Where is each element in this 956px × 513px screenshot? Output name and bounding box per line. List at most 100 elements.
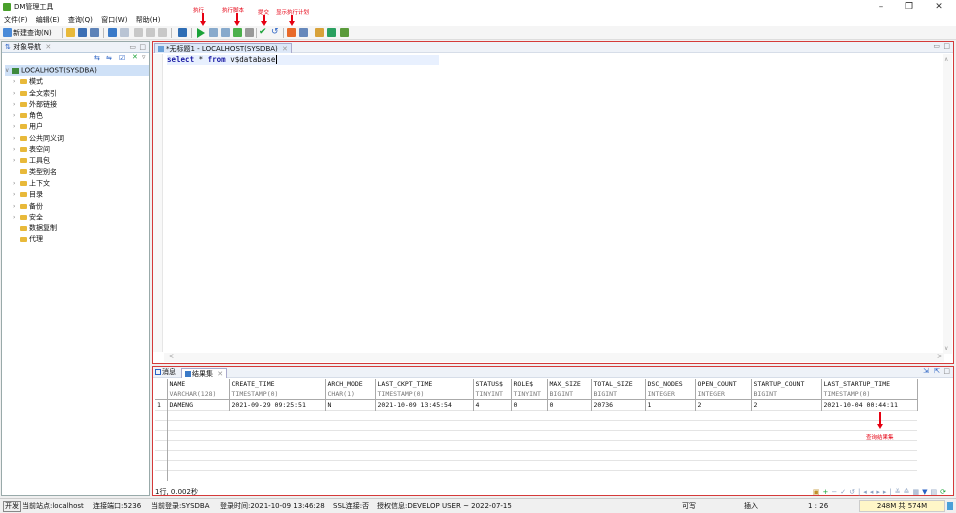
menu-window[interactable]: 窗口(W) [101, 16, 127, 24]
detach-icon[interactable]: ⇱ [934, 367, 940, 375]
chevron-right-icon[interactable]: › [13, 155, 19, 166]
table-cell[interactable]: 2021-10-04 00:44:11 [821, 399, 918, 411]
vertical-scrollbar[interactable]: ∧ ∨ [943, 54, 952, 354]
sql-line[interactable]: select * from v$database [167, 55, 439, 65]
chevron-right-icon[interactable]: › [13, 110, 19, 121]
columns-icon[interactable]: ▦ [912, 488, 922, 496]
table-cell[interactable]: 2 [751, 399, 822, 411]
disconnect-icon[interactable]: ⇋ [106, 54, 112, 62]
column-header[interactable]: MAX_SIZE [547, 379, 592, 389]
debug-icon[interactable] [315, 28, 324, 37]
table-cell[interactable]: 1 [645, 399, 696, 411]
add-row-icon[interactable]: + [822, 488, 831, 496]
copy-icon[interactable] [146, 28, 155, 37]
column-header[interactable]: ARCH_MODE [325, 379, 376, 389]
chevron-right-icon[interactable]: › [13, 121, 19, 132]
execute-line-icon[interactable] [209, 28, 218, 37]
filter-icon[interactable]: ▼ [922, 488, 930, 496]
menu-query[interactable]: 查询(Q) [68, 16, 93, 24]
editor-tab[interactable]: *无标题1 - LOCALHOST(SYSDBA) ✕ [154, 43, 292, 53]
scroll-right-icon[interactable]: > [937, 353, 942, 360]
new-query-button[interactable]: 新建查询(N) [13, 28, 52, 38]
table-cell[interactable]: 0 [511, 399, 548, 411]
tree-item[interactable]: › 表空间 [5, 144, 149, 155]
grid-view-icon[interactable]: ▤ [931, 488, 941, 496]
navigator-tab[interactable]: 对象导航 [13, 43, 41, 51]
maximize-panel-icon[interactable]: □ [943, 367, 950, 375]
scroll-left-icon[interactable]: < [169, 353, 174, 360]
tree-item[interactable]: › 安全 [5, 212, 149, 223]
table-cell[interactable]: 2 [695, 399, 752, 411]
column-header[interactable]: STATUS$ [473, 379, 512, 389]
resultset-tab[interactable]: 结果集 ✕ [181, 368, 228, 378]
maximize-panel-icon[interactable]: □ [139, 42, 146, 53]
gc-icon[interactable] [947, 502, 953, 510]
undo-icon[interactable]: ↺ [849, 488, 858, 496]
horizontal-scrollbar[interactable]: < > [164, 353, 944, 362]
paste-icon[interactable] [158, 28, 167, 37]
column-header[interactable]: LAST_CKPT_TIME [375, 379, 474, 389]
refresh-icon[interactable]: ⟳ [940, 488, 949, 496]
sort-asc-icon[interactable]: ≚ [895, 488, 904, 496]
menu-edit[interactable]: 编辑(E) [36, 16, 60, 24]
column-header[interactable]: ROLE$ [511, 379, 548, 389]
chevron-right-icon[interactable]: › [13, 133, 19, 144]
scroll-up-icon[interactable]: ∧ [944, 56, 948, 63]
tree-item[interactable]: › 备份 [5, 201, 149, 212]
minimize-icon[interactable]: – [868, 0, 894, 14]
chevron-right-icon[interactable]: › [13, 178, 19, 189]
tree-item[interactable]: 代理 [5, 234, 149, 245]
tree-item[interactable]: › 用户 [5, 121, 149, 132]
refresh-icon[interactable]: ✕ [132, 53, 138, 61]
table-cell[interactable]: 20736 [591, 399, 646, 411]
chevron-right-icon[interactable]: › [13, 189, 19, 200]
tree-item[interactable]: 数据复制 [5, 223, 149, 234]
restore-icon[interactable]: ❐ [896, 0, 922, 14]
tree-item[interactable]: › 目录 [5, 189, 149, 200]
column-header[interactable]: TOTAL_SIZE [591, 379, 646, 389]
undo-icon[interactable] [108, 28, 117, 37]
tree-item[interactable]: › 全文索引 [5, 88, 149, 99]
export-icon[interactable]: ⇲ [923, 367, 929, 375]
column-header[interactable]: LAST_STARTUP_TIME [821, 379, 918, 389]
chevron-down-icon[interactable]: ∨ [5, 65, 11, 76]
cut-icon[interactable] [134, 28, 143, 37]
delete-row-icon[interactable]: − [831, 488, 840, 496]
tree-item[interactable]: › 模式 [5, 76, 149, 87]
minimize-panel-icon[interactable]: ▭ [933, 42, 940, 50]
column-header[interactable]: CREATE_TIME [229, 379, 326, 389]
table-cell[interactable]: 0 [547, 399, 592, 411]
view-menu-icon[interactable]: ▿ [142, 53, 146, 61]
chevron-right-icon[interactable]: › [13, 201, 19, 212]
table-cell[interactable]: 2021-09-29 09:25:51 [229, 399, 326, 411]
chevron-right-icon[interactable]: › [13, 88, 19, 99]
column-header[interactable]: DSC_NODES [645, 379, 696, 389]
chevron-right-icon[interactable]: › [13, 212, 19, 223]
tree-item[interactable]: › 公共同义词 [5, 133, 149, 144]
step-icon[interactable] [327, 28, 336, 37]
show-plan-icon[interactable] [287, 28, 296, 37]
edit-icon[interactable]: ☑ [119, 54, 125, 62]
close-icon[interactable]: ✕ [926, 0, 952, 14]
chevron-right-icon[interactable]: › [13, 144, 19, 155]
tree-item[interactable]: › 角色 [5, 110, 149, 121]
column-header[interactable]: STARTUP_COUNT [751, 379, 822, 389]
stop-icon[interactable] [245, 28, 254, 37]
execute-selection-icon[interactable] [221, 28, 230, 37]
execute-script-icon[interactable] [233, 28, 242, 37]
table-cell[interactable]: 4 [473, 399, 512, 411]
tools-icon[interactable] [340, 28, 349, 37]
tab-close-icon[interactable]: ✕ [282, 45, 288, 53]
rollback-icon[interactable]: ↺ [271, 27, 279, 37]
plan-options-icon[interactable] [299, 28, 308, 37]
messages-tab[interactable]: 消息 [155, 367, 176, 377]
chevron-right-icon[interactable]: › [13, 76, 19, 87]
tree-item[interactable]: › 外部链接 [5, 99, 149, 110]
menu-help[interactable]: 帮助(H) [136, 16, 161, 24]
execute-icon[interactable] [197, 28, 205, 38]
column-header[interactable]: NAME [167, 379, 230, 389]
tree-item[interactable]: › 工具包 [5, 155, 149, 166]
tab-close-icon[interactable]: ✕ [217, 370, 223, 378]
commit-icon[interactable]: ✔ [259, 27, 267, 37]
tree-root[interactable]: ∨ LOCALHOST(SYSDBA) [5, 65, 149, 77]
